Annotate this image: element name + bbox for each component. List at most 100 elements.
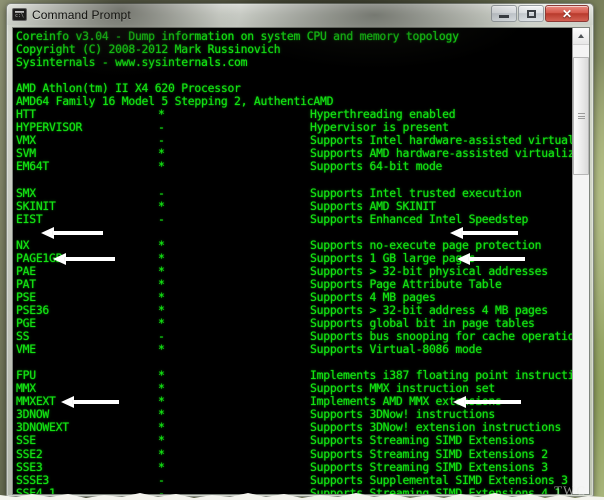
feature-name: HYPERVISOR: [16, 120, 83, 135]
feature-description: Supports Supplemental SIMD Extensions 3: [310, 472, 568, 487]
feature-row: NX * Supports no-execute page protection: [16, 237, 572, 252]
feature-description: Supports Streaming SIMD Extensions 2: [310, 446, 548, 461]
feature-description: Supports Intel trusted execution: [310, 185, 522, 200]
feature-name: PAGE1GB: [16, 250, 63, 265]
feature-name: SSSE3: [16, 472, 50, 487]
feature-flag: *: [158, 446, 165, 461]
feature-name: EIST: [16, 211, 43, 226]
command-prompt-window[interactable]: Command Prompt ✕ Coreinfo v3.04 - Dump i…: [6, 3, 594, 497]
feature-name: 3DNOWEXT: [16, 420, 69, 435]
feature-name: PAT: [16, 276, 36, 291]
console-line: Sysinternals - www.sysinternals.com: [16, 55, 248, 70]
console-scrollbar[interactable]: [572, 28, 589, 494]
feature-name: [16, 356, 158, 369]
cpu-feature-list: HTT * Hyperthreading enabled HYPERVISOR - Hyp…: [16, 108, 572, 494]
feature-flag: [158, 226, 310, 239]
feature-flag: *: [158, 198, 165, 213]
window-controls: ✕: [491, 5, 589, 22]
maximize-button[interactable]: [518, 5, 544, 22]
close-icon: ✕: [561, 6, 573, 21]
window-titlebar[interactable]: Command Prompt ✕: [7, 4, 593, 25]
command-prompt-icon: [12, 8, 27, 21]
feature-description: Supports Streaming SIMD Extensions 4.1: [310, 485, 562, 494]
feature-flag: *: [158, 342, 165, 357]
feature-name: [16, 226, 158, 239]
coreinfo-header: Coreinfo v3.04 - Dump information on sys…: [16, 29, 572, 109]
feature-name: SSE4.1: [16, 485, 56, 494]
feature-flag: -: [158, 472, 165, 487]
feature-row: SMX - Supports Intel trusted execution: [16, 185, 572, 200]
close-button[interactable]: ✕: [545, 5, 589, 22]
feature-name: SS: [16, 329, 30, 344]
feature-flag: -: [158, 185, 165, 200]
feature-row: EM64T * Supports 64-bit mode: [16, 160, 572, 173]
maximize-icon: [526, 9, 536, 18]
scrollbar-track[interactable]: [573, 45, 589, 494]
feature-name: PGE: [16, 316, 36, 331]
console-area: Coreinfo v3.04 - Dump information on sys…: [12, 27, 590, 495]
feature-name: SKINIT: [16, 198, 56, 213]
feature-row: SS - Supports bus snooping for cache opera…: [16, 330, 572, 343]
feature-flag: *: [158, 237, 165, 252]
feature-flag: *: [158, 302, 165, 317]
feature-description: Supports > 32-bit address 4 MB pages: [310, 302, 548, 317]
feature-name: VME: [16, 342, 36, 357]
feature-name: PAE: [16, 263, 36, 278]
scrollbar-thumb[interactable]: [573, 57, 589, 175]
feature-name: SSE: [16, 433, 36, 448]
feature-name: SSE2: [16, 446, 43, 461]
feature-flag: *: [158, 316, 165, 331]
feature-name: PSE36: [16, 302, 50, 317]
feature-flag: *: [158, 263, 165, 278]
feature-flag: *: [158, 368, 165, 383]
feature-row: SVM * Supports AMD hardware-assisted virtu…: [16, 147, 572, 160]
feature-flag: [158, 174, 310, 187]
feature-description: Supports > 32-bit physical addresses: [310, 263, 548, 278]
feature-row: HTT * Hyperthreading enabled: [16, 108, 572, 121]
feature-flag: *: [158, 433, 165, 448]
feature-description: Supports bus snooping for cache operatio…: [310, 329, 572, 344]
feature-flag: -: [158, 485, 165, 494]
feature-flag: *: [158, 107, 165, 122]
feature-description: Supports no-execute page protection: [310, 237, 542, 252]
feature-row: PAT * Supports Page Attribute Table: [16, 276, 572, 291]
feature-flag: -: [158, 120, 165, 135]
feature-row: EIST - Supports Enhanced Intel Speedstep: [16, 211, 572, 226]
feature-row: VME * Supports Virtual-8086 mode: [16, 343, 572, 356]
scroll-up-button[interactable]: [573, 28, 589, 45]
feature-description: Supports 64-bit mode: [310, 159, 443, 174]
feature-flag: *: [158, 394, 165, 409]
feature-flag: *: [158, 407, 165, 422]
feature-name: VMX: [16, 133, 36, 148]
feature-name: EM64T: [16, 159, 50, 174]
chevron-up-icon: [578, 34, 584, 38]
feature-name: FPU: [16, 368, 36, 383]
feature-description: Supports Streaming SIMD Extensions 3: [310, 459, 548, 474]
feature-name: [16, 174, 158, 187]
feature-flag: -: [158, 133, 165, 148]
feature-flag: *: [158, 289, 165, 304]
desktop-background: Command Prompt ✕ Coreinfo v3.04 - Dump i…: [0, 0, 604, 500]
feature-flag: -: [158, 211, 165, 226]
feature-flag: *: [158, 420, 165, 435]
feature-description: Supports Page Attribute Table: [310, 276, 502, 291]
window-title: Command Prompt: [32, 7, 131, 22]
feature-name: SSE3: [16, 459, 43, 474]
feature-name: SMX: [16, 185, 36, 200]
console-line: AMD64 Family 16 Model 5 Stepping 2, Auth…: [16, 94, 334, 109]
feature-description: Supports Streaming SIMD Extensions: [310, 433, 535, 448]
feature-flag: -: [158, 329, 165, 344]
feature-flag: *: [158, 159, 165, 174]
minimize-icon: [499, 15, 509, 18]
feature-flag: *: [158, 381, 165, 396]
feature-flag: [158, 356, 310, 369]
minimize-button[interactable]: [491, 5, 517, 22]
feature-name: NX: [16, 237, 30, 252]
feature-row: SSE4.1 - Supports Streaming SIMD Extension…: [16, 485, 572, 494]
feature-flag: *: [158, 459, 165, 474]
console-output[interactable]: Coreinfo v3.04 - Dump information on sys…: [13, 28, 572, 494]
feature-description: Supports Enhanced Intel Speedstep: [310, 211, 529, 226]
feature-description: Supports Virtual-8086 mode: [310, 342, 482, 357]
feature-flag: *: [158, 146, 165, 161]
feature-description: Supports global bit in page tables: [310, 316, 535, 331]
